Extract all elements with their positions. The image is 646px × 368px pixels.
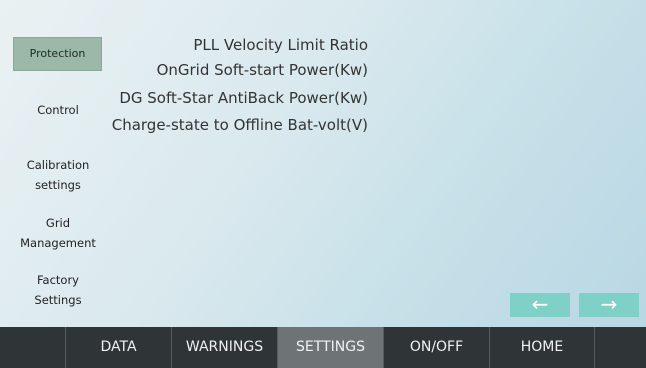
tab-home[interactable]: HOME (489, 327, 595, 368)
sidebar-item-calibration-settings[interactable]: Calibration settings (14, 155, 102, 195)
sidebar-item-grid-management[interactable]: Grid Management (14, 213, 102, 253)
settings-screen: Protection Control Calibration settings … (0, 0, 646, 368)
tab-warnings[interactable]: WARNINGS (171, 327, 277, 368)
param-label: PLL Velocity Limit Ratio (193, 36, 368, 54)
tab-on-off[interactable]: ON/OFF (383, 327, 489, 368)
prev-page-button[interactable]: ← (510, 293, 570, 317)
param-label: OnGrid Soft-start Power(Kw) (156, 61, 368, 79)
next-page-button[interactable]: → (579, 293, 639, 317)
sidebar-item-control[interactable]: Control (14, 100, 102, 120)
param-label: DG Soft-Star AntiBack Power(Kw) (119, 89, 368, 107)
param-label: Charge-state to Offline Bat-volt(V) (111, 116, 368, 134)
sidebar-item-protection[interactable]: Protection (13, 37, 102, 71)
arrow-left-icon: ← (531, 292, 549, 316)
tab-spacer (0, 327, 65, 368)
sidebar-item-factory-settings[interactable]: Factory Settings (14, 270, 102, 310)
arrow-right-icon: → (600, 292, 618, 316)
tab-data[interactable]: DATA (65, 327, 171, 368)
tab-settings[interactable]: SETTINGS (277, 327, 383, 368)
bottom-tab-bar: DATA WARNINGS SETTINGS ON/OFF HOME (0, 327, 646, 368)
